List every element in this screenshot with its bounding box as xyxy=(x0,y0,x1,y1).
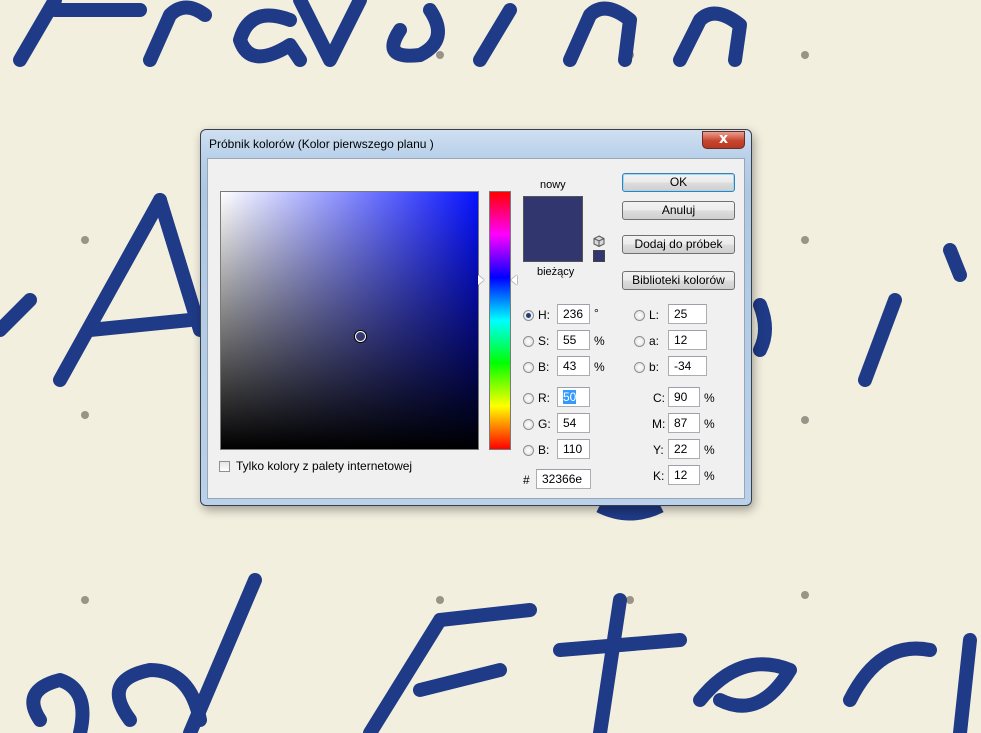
r-field-value: 50 xyxy=(563,390,577,404)
color-libraries-button[interactable]: Biblioteki kolorów xyxy=(622,271,735,290)
add-to-swatches-button[interactable]: Dodaj do próbek xyxy=(622,235,735,254)
g-label: G: xyxy=(538,417,551,431)
c-unit: % xyxy=(704,391,715,405)
hex-field[interactable]: 32366e xyxy=(536,469,591,489)
k-label: K: xyxy=(653,469,665,483)
blue-label: B: xyxy=(538,443,550,457)
a-field[interactable]: 12 xyxy=(668,330,707,350)
lab-b-field[interactable]: -34 xyxy=(668,356,707,376)
m-label: M: xyxy=(652,417,666,431)
c-field[interactable]: 90 xyxy=(668,387,700,407)
radio-blue[interactable] xyxy=(523,445,534,456)
current-color-swatch[interactable] xyxy=(523,229,583,262)
b-label: B: xyxy=(538,360,550,374)
y-label: Y: xyxy=(653,443,664,457)
web-safe-color-swatch[interactable] xyxy=(593,250,605,262)
dialog-client-area: Tylko kolory z palety internetowej nowy … xyxy=(207,158,745,499)
l-label: L: xyxy=(649,308,660,322)
s-unit: % xyxy=(594,334,605,348)
hue-slider[interactable] xyxy=(489,191,511,450)
close-button[interactable]: x xyxy=(702,131,745,149)
radio-s[interactable] xyxy=(523,336,534,347)
y-field[interactable]: 22 xyxy=(668,439,700,459)
h-label: H: xyxy=(538,308,550,322)
radio-l[interactable] xyxy=(634,310,645,321)
r-field[interactable]: 50 xyxy=(557,387,590,407)
radio-a[interactable] xyxy=(634,336,645,347)
current-color-label: bieżący xyxy=(537,266,575,278)
y-unit: % xyxy=(704,443,715,457)
color-field[interactable] xyxy=(220,191,479,450)
ok-button[interactable]: OK xyxy=(622,173,735,192)
h-unit: ° xyxy=(594,306,599,320)
new-color-label: nowy xyxy=(540,179,566,191)
blue-field[interactable]: 110 xyxy=(557,439,590,459)
radio-lab-b[interactable] xyxy=(634,362,645,373)
m-field[interactable]: 87 xyxy=(668,413,700,433)
web-colors-only-checkbox[interactable] xyxy=(219,461,230,472)
radio-r[interactable] xyxy=(523,393,534,404)
radio-h[interactable] xyxy=(523,310,534,321)
s-label: S: xyxy=(538,334,550,348)
color-picker-dialog: Próbnik kolorów (Kolor pierwszego planu … xyxy=(200,129,752,506)
new-color-swatch xyxy=(523,196,583,229)
r-label: R: xyxy=(538,391,550,405)
web-colors-only-label: Tylko kolory z palety internetowej xyxy=(236,459,413,473)
hue-slider-arrow-left-icon[interactable] xyxy=(478,275,484,285)
s-field[interactable]: 55 xyxy=(557,330,590,350)
m-unit: % xyxy=(704,417,715,431)
out-of-gamut-cube-icon[interactable] xyxy=(593,235,605,247)
title-bar[interactable]: Próbnik kolorów (Kolor pierwszego planu … xyxy=(201,130,751,158)
b-unit: % xyxy=(594,360,605,374)
dialog-title: Próbnik kolorów (Kolor pierwszego planu … xyxy=(209,137,434,151)
k-field[interactable]: 12 xyxy=(668,465,700,485)
cancel-button[interactable]: Anuluj xyxy=(622,201,735,220)
lab-b-label: b: xyxy=(649,360,660,374)
brightness-field[interactable]: 43 xyxy=(557,356,590,376)
c-label: C: xyxy=(653,391,665,405)
h-field[interactable]: 236 xyxy=(557,304,590,324)
radio-g[interactable] xyxy=(523,419,534,430)
hex-label: # xyxy=(523,473,530,487)
k-unit: % xyxy=(704,469,715,483)
l-field[interactable]: 25 xyxy=(668,304,707,324)
a-label: a: xyxy=(649,334,660,348)
g-field[interactable]: 54 xyxy=(557,413,590,433)
radio-b[interactable] xyxy=(523,362,534,373)
color-field-marker[interactable] xyxy=(355,331,366,342)
hue-slider-arrow-right-icon[interactable] xyxy=(511,275,517,285)
close-icon: x xyxy=(718,131,729,147)
